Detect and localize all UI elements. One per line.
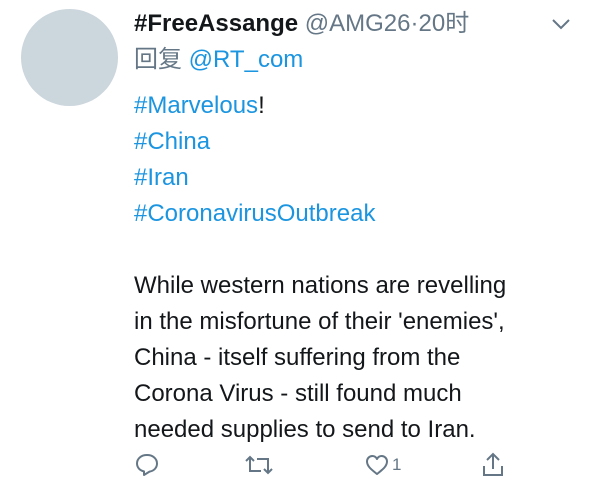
reply-button[interactable] [134,450,160,480]
body-line: China - itself suffering from the [134,344,461,371]
hashtag-line: #Marvelous! [134,88,584,124]
hashtag-link[interactable]: #China [134,124,584,160]
display-name[interactable]: #FreeAssange [134,10,298,37]
like-button[interactable]: 1 [364,450,401,480]
share-icon [483,452,503,476]
share-button[interactable] [480,450,506,480]
reply-context: 回复 @RT_com [134,42,584,78]
tweet-header: #FreeAssange @AMG26·20时 [134,6,584,42]
reply-mention-link[interactable]: @RT_com [189,46,304,73]
hashtag-link[interactable]: #Marvelous [134,92,258,119]
retweet-button[interactable] [244,450,274,480]
hashtag-link[interactable]: #CoronavirusOutbreak [134,196,584,232]
tweet[interactable]: #FreeAssange @AMG26·20时 回复 @RT_com #Marv… [0,0,598,484]
chevron-down-icon[interactable] [550,16,572,32]
tweet-actions: 1 [134,450,554,480]
like-count: 1 [392,455,402,474]
exclamation-text: ! [258,92,265,119]
body-line: Corona Virus - still found much [134,380,462,407]
heart-icon [366,455,388,475]
body-line: in the misfortune of their 'enemies', [134,308,505,335]
tweet-content: #FreeAssange @AMG26·20时 回复 @RT_com #Marv… [134,6,584,448]
reply-icon [136,454,158,476]
separator-dot: · [410,10,419,37]
tweet-body: #Marvelous! #China #Iran #CoronavirusOut… [134,88,584,448]
retweet-icon [245,455,273,475]
body-line: needed supplies to send to Iran. [134,416,476,443]
user-handle[interactable]: @AMG26 [305,10,411,37]
hashtag-link[interactable]: #Iran [134,160,584,196]
paragraph-break [134,232,584,268]
reply-prefix: 回复 [134,46,182,73]
avatar[interactable] [21,9,118,106]
body-line: While western nations are revelling [134,272,507,299]
timestamp[interactable]: 20时 [419,10,470,37]
